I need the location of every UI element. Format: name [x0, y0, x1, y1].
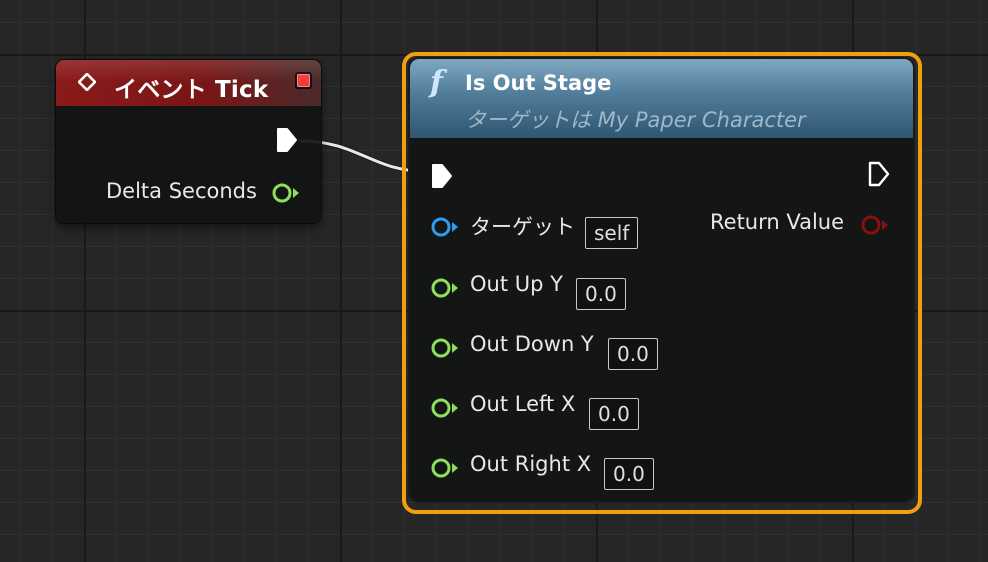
return-value-label: Return Value	[710, 210, 845, 234]
function-node-header[interactable]: f Is Out Stage ターゲットは My Paper Character	[410, 59, 913, 138]
float-input-pin-icon[interactable]	[430, 457, 460, 479]
float-input-pin-icon[interactable]	[430, 337, 460, 359]
out-right-x-label: Out Right X	[470, 452, 592, 476]
event-diamond-icon	[78, 73, 96, 91]
event-node-header[interactable]: イベント Tick	[56, 60, 321, 106]
function-node-subtitle: ターゲットは My Paper Character	[465, 108, 806, 132]
out-down-y-label: Out Down Y	[470, 332, 594, 356]
out-up-y-label: Out Up Y	[470, 272, 563, 296]
out-right-x-pin-row: Out Right X 0.0	[430, 450, 690, 490]
out-left-x-label: Out Left X	[470, 392, 576, 416]
is-out-stage-node[interactable]: f Is Out Stage ターゲットは My Paper Character…	[410, 59, 913, 501]
function-node-title: Is Out Stage	[465, 71, 612, 95]
out-down-y-field[interactable]: 0.0	[608, 338, 658, 370]
delta-seconds-label: Delta Seconds	[106, 179, 257, 203]
event-tick-node[interactable]: イベント Tick Delta Seconds	[56, 60, 321, 223]
bool-output-pin-icon[interactable]	[860, 214, 890, 236]
out-up-y-field[interactable]: 0.0	[576, 278, 626, 310]
target-pin-label: ターゲット	[470, 215, 575, 239]
out-left-x-pin-row: Out Left X 0.0	[430, 390, 690, 430]
exec-output-pin-icon[interactable]	[275, 126, 299, 154]
out-up-y-pin-row: Out Up Y 0.0	[430, 270, 670, 310]
object-input-pin-icon[interactable]	[430, 216, 460, 238]
float-input-pin-icon[interactable]	[430, 277, 460, 299]
out-left-x-field[interactable]: 0.0	[589, 398, 639, 430]
exec-output-pin-icon[interactable]	[867, 160, 891, 188]
out-down-y-pin-row: Out Down Y 0.0	[430, 330, 690, 370]
event-node-title: イベント Tick	[114, 77, 269, 103]
float-output-pin-icon[interactable]	[271, 182, 301, 204]
target-value-field[interactable]: self	[585, 217, 639, 249]
target-pin-row: ターゲット self	[430, 209, 670, 249]
exec-input-pin-icon[interactable]	[430, 162, 454, 190]
out-right-x-field[interactable]: 0.0	[604, 458, 654, 490]
function-icon: f	[430, 65, 443, 100]
stop-indicator-icon	[295, 72, 312, 89]
float-input-pin-icon[interactable]	[430, 397, 460, 419]
